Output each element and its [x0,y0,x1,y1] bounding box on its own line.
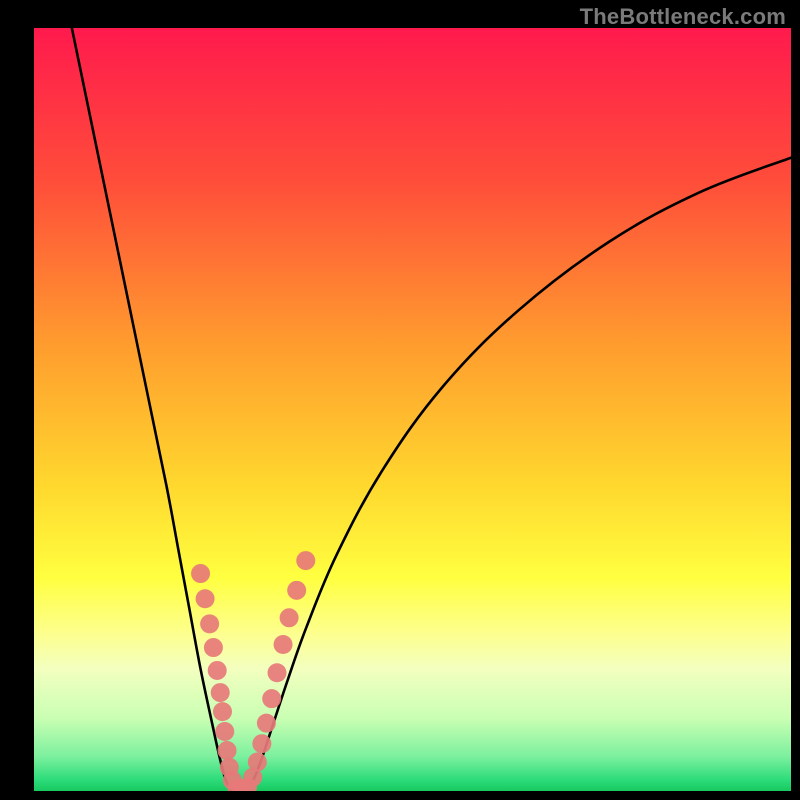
data-marker [257,714,276,733]
gradient-background [34,28,791,791]
data-marker [213,702,232,721]
data-marker [196,589,215,608]
data-marker [274,635,293,654]
data-marker [262,689,281,708]
data-marker [280,608,299,627]
data-marker [252,734,271,753]
chart-frame: TheBottleneck.com [0,0,800,800]
data-marker [287,581,306,600]
data-marker [200,614,219,633]
data-marker [208,661,227,680]
data-marker [215,722,234,741]
plot-area [34,28,791,791]
data-marker [248,753,267,772]
chart-svg [34,28,791,791]
data-marker [204,638,223,657]
data-marker [218,741,237,760]
data-marker [211,683,230,702]
data-marker [191,564,210,583]
watermark-text: TheBottleneck.com [580,4,786,30]
data-marker [267,663,286,682]
data-marker [296,551,315,570]
